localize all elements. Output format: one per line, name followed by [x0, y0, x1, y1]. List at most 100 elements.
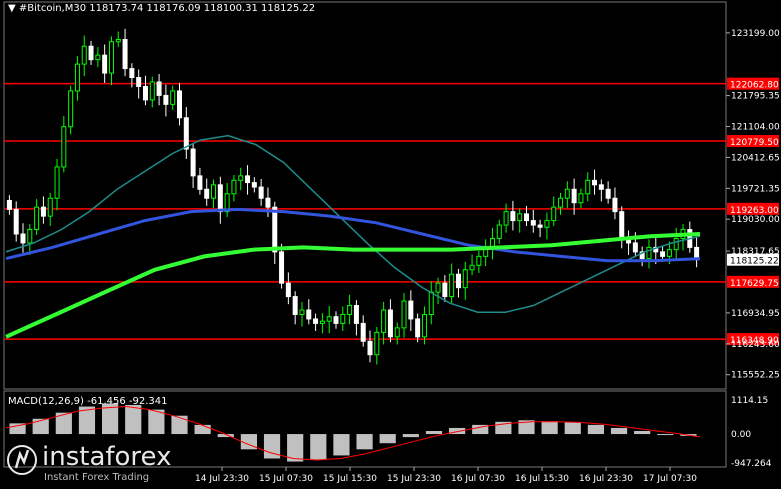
candle-body [524, 213, 529, 222]
candle-body [387, 309, 393, 338]
time-tick-label: 15 Jul 23:30 [387, 474, 441, 484]
price-tick-label: 121795.35 [731, 92, 780, 102]
candle-body [183, 117, 189, 150]
current-price-label: 118125.22 [730, 257, 779, 267]
candle-body [394, 327, 400, 338]
candle-body [68, 90, 74, 128]
candle-body [129, 68, 135, 79]
candle-body [381, 309, 387, 333]
candle-body [299, 309, 305, 315]
candle-body [190, 148, 196, 177]
candle-body [319, 320, 325, 324]
candle-body [20, 233, 26, 244]
candle-body [108, 41, 114, 74]
candle-body [517, 213, 523, 222]
candle-body [503, 211, 509, 226]
candle-body [673, 237, 679, 251]
candle-body [435, 282, 441, 293]
candle-body [6, 199, 12, 210]
candle-body [170, 90, 176, 105]
macd-bar [657, 434, 674, 436]
candle-body [231, 179, 237, 195]
macd-tick-label: -947.264 [731, 459, 772, 469]
candle-body [612, 197, 618, 213]
macd-label: MACD(12,26,9) -61.456 -92.341 [8, 396, 168, 407]
candle-body [211, 184, 217, 199]
macd-tick-label: 0.00 [731, 430, 751, 440]
macd-bar [379, 434, 396, 444]
logo-brand: instaforex [42, 442, 172, 472]
candle-body [285, 282, 291, 298]
chart-header: ▼ #Bitcoin,M30 118173.74 118176.09 11810… [8, 3, 315, 14]
candle-body [469, 264, 475, 271]
candle-body [204, 188, 210, 199]
candle-body [74, 63, 80, 92]
candle-body [197, 175, 203, 190]
candle-body [136, 77, 142, 87]
macd-tick-label: 1114.15 [731, 396, 768, 406]
candle-body [632, 242, 638, 253]
candle-body [571, 188, 577, 204]
candle-body [530, 220, 536, 226]
candle-body [238, 175, 244, 181]
macd-bar [564, 422, 581, 435]
candle-body [367, 340, 373, 356]
price-tick-label: 121104.00 [731, 123, 780, 133]
candle-body [619, 211, 625, 239]
candle-body [551, 206, 557, 222]
candle-body [496, 224, 502, 239]
macd-bar [194, 424, 211, 435]
price-tick-label: 115552.25 [731, 371, 780, 381]
price-tick-label: 116243.60 [731, 340, 780, 350]
macd-bar [402, 434, 419, 438]
candle-body [279, 251, 285, 284]
candle-body [421, 313, 427, 338]
candle-body [415, 318, 421, 338]
macd-bar [634, 430, 651, 435]
price-tick-label: 120412.65 [731, 153, 780, 163]
candle-body [245, 175, 251, 184]
macd-bar [610, 427, 628, 435]
candle-body [347, 305, 353, 315]
candle-body [27, 229, 33, 244]
candle-body [102, 54, 108, 74]
level-label: 117629.75 [730, 279, 779, 289]
ohlc-readout: 118173.74 118176.09 118100.31 118125.22 [89, 3, 316, 14]
candle-body [462, 269, 468, 289]
candle-body [47, 197, 53, 217]
level-label: 122062.80 [730, 81, 779, 91]
price-tick-label: 116934.95 [731, 309, 780, 319]
time-tick-label: 16 Jul 07:30 [451, 474, 505, 484]
candle-body [313, 318, 319, 324]
candle-body [646, 246, 652, 260]
candle-body [265, 197, 271, 208]
logo-icon [7, 445, 37, 475]
time-tick-label: 16 Jul 15:30 [515, 474, 569, 484]
price-tick-label: 119721.35 [731, 184, 780, 194]
candle-body [544, 220, 550, 228]
candle-body [537, 224, 543, 228]
macd-bar [587, 424, 604, 435]
candle-body [660, 251, 666, 257]
time-tick-label: 15 Jul 07:30 [259, 474, 313, 484]
candle-body [61, 126, 67, 168]
candle-body [666, 249, 672, 257]
price-chart[interactable]: 122062.80120779.50119263.00117629.751163… [0, 0, 781, 489]
candle-body [598, 184, 604, 190]
candle-body [340, 313, 346, 324]
candle-body [34, 206, 40, 231]
candle-body [578, 193, 584, 204]
candle-body [156, 81, 162, 96]
candle-body [258, 186, 264, 199]
candle-body [605, 188, 611, 199]
candle-body [564, 188, 570, 199]
macd-bar [333, 434, 350, 456]
candle-body [408, 300, 414, 320]
dropdown-triangle-icon[interactable]: ▼ [8, 3, 16, 14]
candle-body [558, 197, 564, 208]
candle-body [217, 184, 223, 213]
candle-body [81, 45, 87, 65]
candle-body [401, 300, 407, 329]
macd-bar [541, 421, 558, 435]
candle-body [428, 291, 434, 315]
